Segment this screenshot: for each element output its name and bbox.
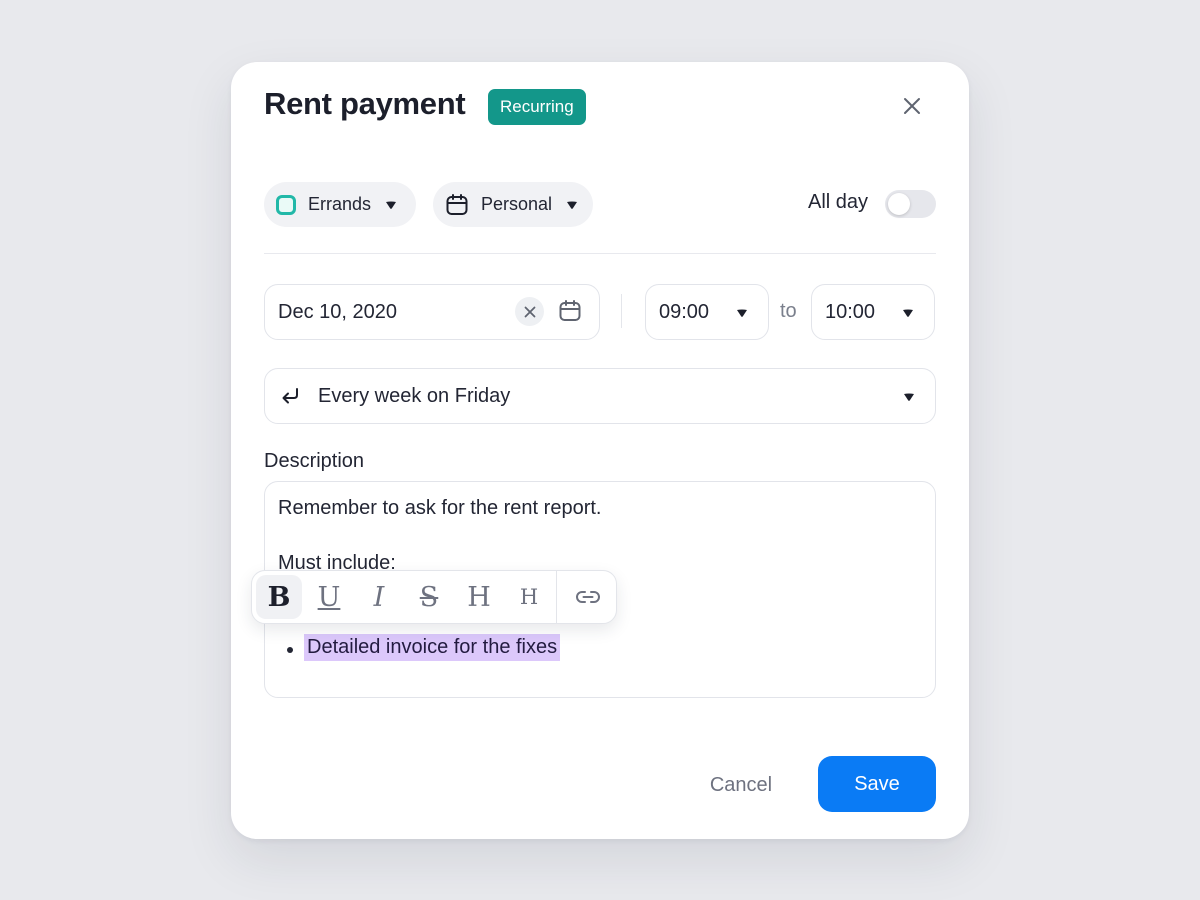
heading2-icon: H [519,585,539,609]
calendar-icon[interactable] [558,299,582,323]
end-time-value: 10:00 [825,300,876,323]
format-toolbar: B U I S H H [251,570,617,624]
clear-date-button[interactable] [515,297,544,326]
caret-down-icon [903,309,913,317]
recurring-badge: Recurring [488,89,586,125]
close-button[interactable] [897,91,927,121]
highlighted-text: Detailed invoice for the fixes [304,634,561,661]
vertical-divider [621,294,622,328]
dialog-title: Rent payment [264,86,466,121]
calendar-label: Personal [481,194,553,214]
cancel-button[interactable]: Cancel [687,757,795,813]
bold-icon: B [267,581,291,613]
category-label: Errands [308,194,372,214]
repeat-value: Every week on Friday [318,384,511,407]
date-value: Dec 10, 2020 [278,300,397,323]
repeat-icon [282,388,298,404]
divider [264,253,936,254]
date-field[interactable]: Dec 10, 2020 [264,284,600,340]
strikethrough-icon: S [419,581,439,613]
description-text: Remember to ask for the rent report. [278,497,602,519]
toolbar-divider [556,570,557,624]
save-button[interactable]: Save [818,756,936,812]
end-time-select[interactable]: 10:00 [811,284,935,340]
all-day-label: All day [808,191,869,213]
square-icon [276,194,296,215]
caret-down-icon [567,201,578,209]
caret-down-icon [737,309,747,317]
description-label: Description [264,450,365,472]
heading1-icon: H [467,581,491,613]
caret-down-icon [386,201,397,209]
bold-button[interactable]: B [256,575,302,619]
caret-down-icon [904,393,914,401]
underline-icon: U [317,581,341,613]
heading1-button[interactable]: H [456,575,502,619]
calendar-icon [446,193,468,215]
underline-button[interactable]: U [306,575,352,619]
italic-button[interactable]: I [356,575,402,619]
close-icon [904,98,920,114]
calendar-select[interactable]: Personal [433,182,593,227]
strikethrough-button[interactable]: S [406,575,452,619]
event-dialog: Rent payment Recurring Errands Personal … [231,62,969,839]
toggle-knob [888,193,910,215]
link-icon [576,591,600,603]
repeat-select[interactable]: Every week on Friday [264,368,936,424]
clear-icon [524,306,535,317]
heading2-button[interactable]: H [506,575,552,619]
start-time-value: 09:00 [659,300,710,323]
link-button[interactable] [565,575,611,619]
start-time-select[interactable]: 09:00 [645,284,769,340]
category-select[interactable]: Errands [264,182,416,227]
italic-icon: I [373,581,385,613]
all-day-toggle[interactable] [885,190,936,218]
list-item: Detailed invoice for the fixes [286,634,561,661]
time-separator: to [780,300,797,322]
